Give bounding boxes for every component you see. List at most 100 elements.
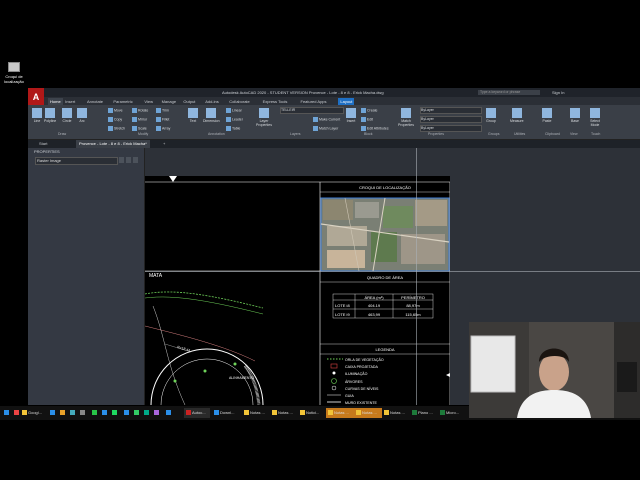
dimension-button[interactable]: Dimension bbox=[203, 108, 220, 123]
polyline-button[interactable]: Polyline bbox=[44, 108, 56, 123]
tab-collaborate[interactable]: Collaborate bbox=[229, 98, 249, 105]
panel-label-groups[interactable]: Groups bbox=[488, 132, 499, 136]
legend: ORLA DE VEGETAÇÃO CAIXA PROJETADA ILUMIN… bbox=[327, 357, 384, 405]
panel-label-view[interactable]: View bbox=[570, 132, 578, 136]
arc-button[interactable]: Arc bbox=[77, 108, 87, 123]
insert-button[interactable]: Insert bbox=[346, 108, 356, 123]
select-mode-button[interactable]: Select Mode bbox=[586, 108, 604, 127]
taskbar-icon[interactable] bbox=[90, 408, 98, 418]
taskbar-icon[interactable] bbox=[122, 408, 130, 418]
fillet-button[interactable]: Fillet bbox=[156, 117, 169, 122]
taskbar-notes[interactable]: Notas ... bbox=[382, 408, 410, 418]
match-layer-button[interactable]: Match Layer bbox=[313, 126, 338, 131]
panel-label-clipboard[interactable]: Clipboard bbox=[545, 132, 560, 136]
color-dropdown[interactable]: ByLayer bbox=[420, 107, 482, 114]
tab-add-ins[interactable]: Add-ins bbox=[205, 98, 219, 105]
pickadd-icon[interactable] bbox=[133, 157, 138, 163]
taskbar-notes[interactable]: Notas ... bbox=[270, 408, 298, 418]
tab-parametric[interactable]: Parametric bbox=[113, 98, 132, 105]
linetype-dropdown[interactable]: ByLayer bbox=[420, 116, 482, 123]
taskbar-notes[interactable]: Notas ... bbox=[242, 408, 270, 418]
array-button[interactable]: Array bbox=[156, 126, 170, 131]
match-properties-button[interactable]: Match Properties bbox=[396, 108, 416, 127]
tab-featured-apps[interactable]: Featured Apps bbox=[301, 98, 327, 105]
color-value: ByLayer bbox=[421, 108, 434, 112]
quick-select-icon[interactable] bbox=[119, 157, 124, 163]
legend-item: GUIA bbox=[345, 394, 354, 398]
taskbar-notes-active[interactable]: Notas ... bbox=[326, 408, 354, 418]
taskbar-icon[interactable] bbox=[132, 408, 140, 418]
scale-button[interactable]: Scale bbox=[132, 126, 147, 131]
edit-button[interactable]: Edit bbox=[361, 117, 373, 122]
panel-label-block[interactable]: Block bbox=[364, 132, 373, 136]
taskbar-icon[interactable] bbox=[100, 408, 108, 418]
line-button[interactable]: Line bbox=[32, 108, 42, 123]
tab-express-tools[interactable]: Express Tools bbox=[263, 98, 288, 105]
taskbar-excel[interactable]: Plano ... bbox=[410, 408, 436, 418]
new-tab-button[interactable]: + bbox=[160, 140, 168, 148]
layer-properties-button[interactable]: Layer Properties bbox=[253, 108, 275, 127]
mirror-button[interactable]: Mirror bbox=[132, 117, 147, 122]
taskbar-notes-active[interactable]: Notas ... bbox=[354, 408, 382, 418]
tab-manage[interactable]: Manage bbox=[162, 98, 176, 105]
paste-button[interactable]: Paste bbox=[542, 108, 552, 123]
match-properties-label: Match Properties bbox=[398, 119, 414, 127]
taskbar-autocad[interactable]: Autoc... bbox=[184, 408, 210, 418]
taskbar-microsoft[interactable]: Micro... bbox=[438, 408, 464, 418]
fillet-label: Fillet bbox=[162, 117, 170, 122]
select-objects-icon[interactable] bbox=[126, 157, 131, 163]
taskbar-downloads[interactable]: Downl... bbox=[212, 408, 240, 418]
copy-button[interactable]: Copy bbox=[108, 117, 122, 122]
linear-button[interactable]: Linear bbox=[226, 108, 242, 113]
layer-dropdown[interactable]: TELLEIR bbox=[280, 107, 344, 114]
taskbar-chrome[interactable]: Googl... bbox=[20, 408, 42, 418]
group-button[interactable]: Group bbox=[486, 108, 496, 123]
taskbar-news[interactable]: Notici... bbox=[298, 408, 326, 418]
desktop-file-icon[interactable]: Croqui de localização bbox=[2, 62, 26, 84]
panel-label-modify[interactable]: Modify bbox=[138, 132, 148, 136]
doc-tab-start[interactable]: Start bbox=[36, 140, 50, 148]
app-icon bbox=[134, 410, 139, 416]
autocad-logo-icon[interactable]: A bbox=[28, 88, 44, 106]
sign-in-button[interactable]: Sign In bbox=[552, 88, 564, 97]
stretch-button[interactable]: Stretch bbox=[108, 126, 125, 131]
create-button[interactable]: Create bbox=[361, 108, 378, 113]
panel-label-annotation[interactable]: Annotation bbox=[208, 132, 225, 136]
panel-label-utilities[interactable]: Utilities bbox=[514, 132, 525, 136]
taskbar-icon[interactable] bbox=[164, 408, 172, 418]
lineweight-dropdown[interactable]: ByLayer bbox=[420, 125, 482, 132]
move-button[interactable]: Move bbox=[108, 108, 123, 113]
trim-button[interactable]: Trim bbox=[156, 108, 169, 113]
tab-home[interactable]: Home bbox=[48, 98, 63, 105]
circle-button[interactable]: Circle bbox=[62, 108, 72, 123]
selection-dropdown[interactable]: Raster Image bbox=[35, 157, 118, 165]
panel-label-properties[interactable]: Properties bbox=[428, 132, 444, 136]
panel-label-draw[interactable]: Draw bbox=[58, 132, 66, 136]
tab-annotate[interactable]: Annotate bbox=[87, 98, 103, 105]
taskbar-icon[interactable] bbox=[142, 408, 150, 418]
tab-insert[interactable]: Insert bbox=[65, 98, 75, 105]
base-button[interactable]: Base bbox=[570, 108, 580, 123]
taskbar-icon[interactable] bbox=[68, 408, 76, 418]
taskbar-icon[interactable] bbox=[78, 408, 86, 418]
taskbar-icon[interactable] bbox=[110, 408, 118, 418]
rotate-button[interactable]: Rotate bbox=[132, 108, 148, 113]
doc-tab-drawing[interactable]: Provence - Lote - 8 e 8 - Erick Macha* bbox=[76, 140, 150, 148]
taskbar-icon[interactable] bbox=[152, 408, 160, 418]
search-input[interactable]: Type a keyword or phrase bbox=[478, 90, 540, 95]
start-button[interactable] bbox=[2, 408, 10, 418]
tab-output[interactable]: Output bbox=[183, 98, 195, 105]
panel-label-layers[interactable]: Layers bbox=[290, 132, 301, 136]
panel-label-touch[interactable]: Touch bbox=[591, 132, 600, 136]
tab-layout[interactable]: Layout bbox=[338, 98, 355, 105]
taskbar-icon[interactable] bbox=[12, 408, 20, 418]
tab-view[interactable]: View bbox=[144, 98, 153, 105]
edit-attributes-button[interactable]: Edit Attributes bbox=[361, 126, 389, 131]
leader-button[interactable]: Leader bbox=[226, 117, 243, 122]
make-current-button[interactable]: Make Current bbox=[313, 117, 340, 122]
measure-button[interactable]: Measure bbox=[510, 108, 524, 123]
text-button[interactable]: Text bbox=[188, 108, 198, 123]
taskbar-icon[interactable] bbox=[48, 408, 56, 418]
table-button[interactable]: Table bbox=[226, 126, 240, 131]
taskbar-icon[interactable] bbox=[58, 408, 66, 418]
